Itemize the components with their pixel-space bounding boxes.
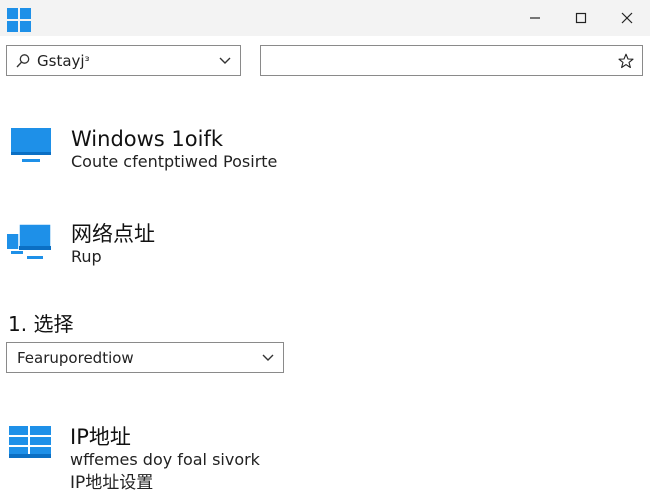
- windows-logo-icon[interactable]: [7, 8, 31, 32]
- address-input[interactable]: [260, 45, 643, 76]
- entry-subtitle: Rup: [71, 247, 102, 266]
- entry-subtitle: Coute cfentptiwed Posirte: [71, 152, 278, 171]
- close-icon: [621, 12, 633, 24]
- maximize-button[interactable]: [558, 0, 604, 36]
- minimize-icon: [530, 17, 540, 19]
- minimize-button[interactable]: [512, 0, 558, 36]
- search-value: Gstayjᵌ: [37, 52, 90, 70]
- entry-title: 网络点址: [71, 222, 155, 246]
- search-icon: [16, 54, 30, 68]
- star-icon[interactable]: [618, 53, 634, 69]
- chevron-down-icon[interactable]: [262, 353, 274, 363]
- grid-monitor-icon: [9, 426, 55, 462]
- app-window: Gstayjᵌ Windows 1oifk Coute cfentptiwed …: [0, 0, 650, 500]
- section-label: 1. 选择: [8, 312, 74, 336]
- list-item-ip[interactable]: IP地址 wffemes doy foal sivork IP地址设置: [0, 418, 650, 500]
- entry-subtitle: wffemes doy foal sivork: [70, 450, 260, 469]
- title-bar: [0, 0, 650, 36]
- entry-title: IP地址: [70, 425, 131, 449]
- close-button[interactable]: [604, 0, 650, 36]
- window-controls: [512, 0, 650, 36]
- search-dropdown[interactable]: Gstayjᵌ: [6, 45, 241, 76]
- feature-select-value: Fearuporedtiow: [17, 349, 134, 367]
- monitor-icon: [9, 127, 55, 163]
- network-monitor-icon: [7, 222, 53, 259]
- entry-title: Windows 1oifk: [71, 127, 224, 151]
- ip-settings-label[interactable]: IP地址设置: [70, 473, 153, 493]
- list-item-network[interactable]: 网络点址 Rup: [0, 215, 650, 275]
- feature-dropdown[interactable]: Fearuporedtiow: [6, 342, 284, 373]
- maximize-icon: [575, 12, 587, 24]
- list-item-windows[interactable]: Windows 1oifk Coute cfentptiwed Posirte: [0, 120, 650, 180]
- chevron-down-icon[interactable]: [219, 56, 231, 66]
